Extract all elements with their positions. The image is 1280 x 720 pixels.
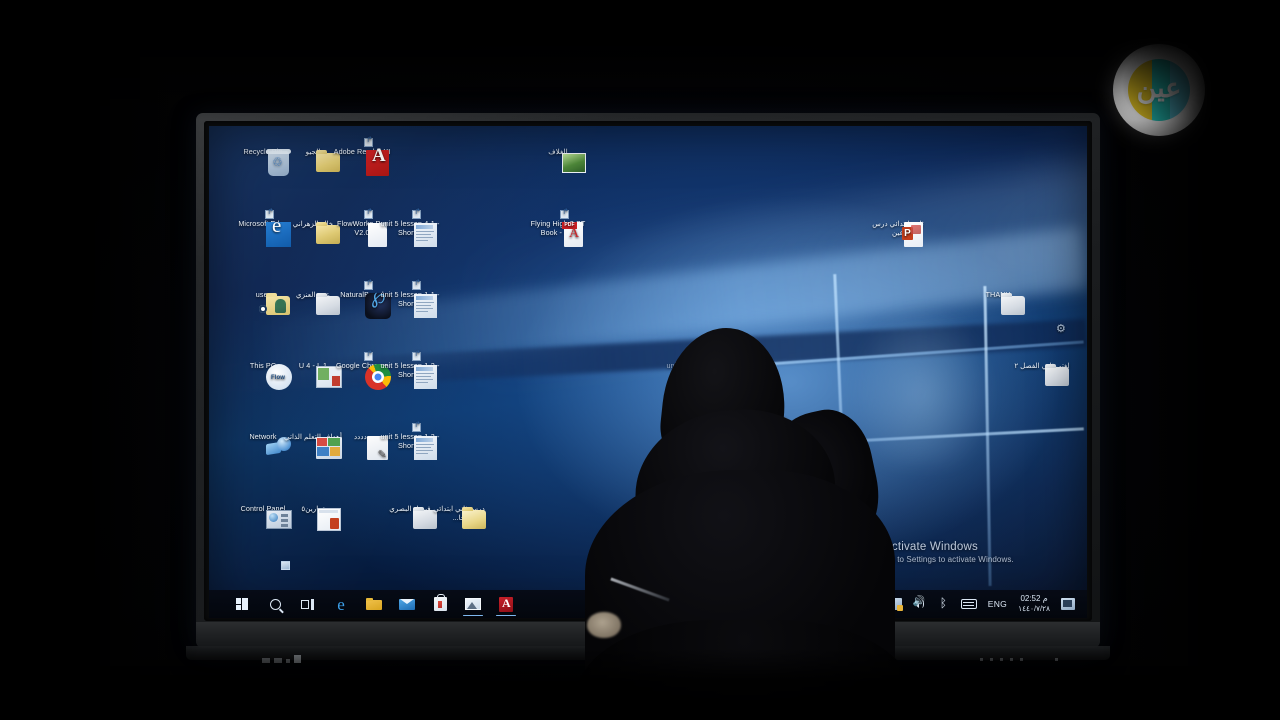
task-view-icon [301, 598, 315, 610]
panel-power-led [1055, 658, 1058, 661]
desktop-icon-unit5-lesson-1-1[interactable]: unit 5 lesson 1-1 - Short... [378, 281, 442, 318]
store-button[interactable] [425, 590, 455, 618]
bluetooth-icon[interactable] [937, 596, 950, 610]
task-view-button[interactable] [293, 590, 323, 618]
windows-logo-icon [235, 597, 249, 611]
search-button[interactable] [260, 590, 290, 618]
clock[interactable]: 02:52 م ١٤٤٠/٧/٢٨ [1018, 594, 1050, 614]
edge-icon: e [337, 594, 345, 614]
search-icon [269, 598, 281, 610]
photos-button[interactable] [458, 590, 488, 618]
store-icon [433, 594, 447, 611]
edge-button[interactable]: e [326, 590, 356, 618]
action-center-icon[interactable] [1061, 598, 1075, 610]
keyboard-icon[interactable] [960, 599, 977, 609]
desktop-icon-thany-folder[interactable]: THANY [966, 290, 1030, 315]
photos-icon [465, 598, 481, 610]
desktop-icon-unit5-lesson-1-2[interactable]: unit 5 lesson 1-2 - Short... [378, 352, 442, 389]
acrobat-icon [499, 596, 513, 612]
panel-control-leds [980, 658, 1023, 661]
acrobat-running-indicator [496, 614, 516, 616]
room-darkness-left [0, 0, 200, 720]
panel-front-ports [262, 655, 301, 663]
settings-gear-icon[interactable]: ⚙ [1056, 322, 1066, 335]
stray-selection-square [281, 561, 290, 570]
desktop-icon-tamareen-5[interactable]: تمارين٥ [281, 504, 345, 531]
desktop-icon-unit5-lesson-1-3[interactable]: unit 5 lesson 1-3 - Short... [378, 423, 442, 460]
acrobat-button[interactable] [491, 590, 521, 618]
desktop-icon-thany-ibtedaai-ppt[interactable]: ثاني ابتدائي درس عين [866, 219, 930, 247]
room-darkness-top [0, 0, 1280, 120]
language-indicator[interactable]: ENG [988, 599, 1007, 609]
start-button[interactable] [227, 590, 257, 618]
file-explorer-button[interactable] [359, 590, 389, 618]
mail-button[interactable] [392, 590, 422, 618]
photos-running-indicator [463, 614, 483, 616]
person-silhouette [575, 320, 915, 720]
taskbar-pinned-apps: e [209, 590, 521, 618]
ain-logo-disc: عين [1128, 59, 1190, 121]
desktop-icon-dars-thany-ibtedaai[interactable]: درس ثاني ابتدائي خا... [427, 504, 491, 529]
desktop-icon-flying-high-2[interactable]: Flying High 2 ST Book - S... [526, 210, 590, 247]
ain-logo-text: عين [1136, 72, 1182, 103]
screenshot-stage: Recycle BinالجيوAdobe Reader XIالغلافMic… [0, 0, 1280, 720]
desktop-icon-lughati-thany-f2[interactable]: لغتي ثاني الفصل ٢ [1010, 361, 1074, 386]
clock-date: ١٤٤٠/٧/٢٨ [1018, 604, 1050, 613]
person-lower-hand [587, 612, 621, 638]
folder-icon [366, 598, 382, 610]
desktop-icon-adobe-reader-xi[interactable]: Adobe Reader XI [330, 138, 394, 176]
mail-icon [399, 598, 415, 610]
desktop-icon-unit5-lesson-4-1[interactable]: unit 5 lesson 4-1 - Short... [378, 210, 442, 247]
clock-time: 02:52 م [1020, 594, 1048, 603]
desktop-icon-al-ghilaf[interactable]: الغلاف [526, 147, 590, 173]
ain-logo: عين [1113, 44, 1205, 136]
